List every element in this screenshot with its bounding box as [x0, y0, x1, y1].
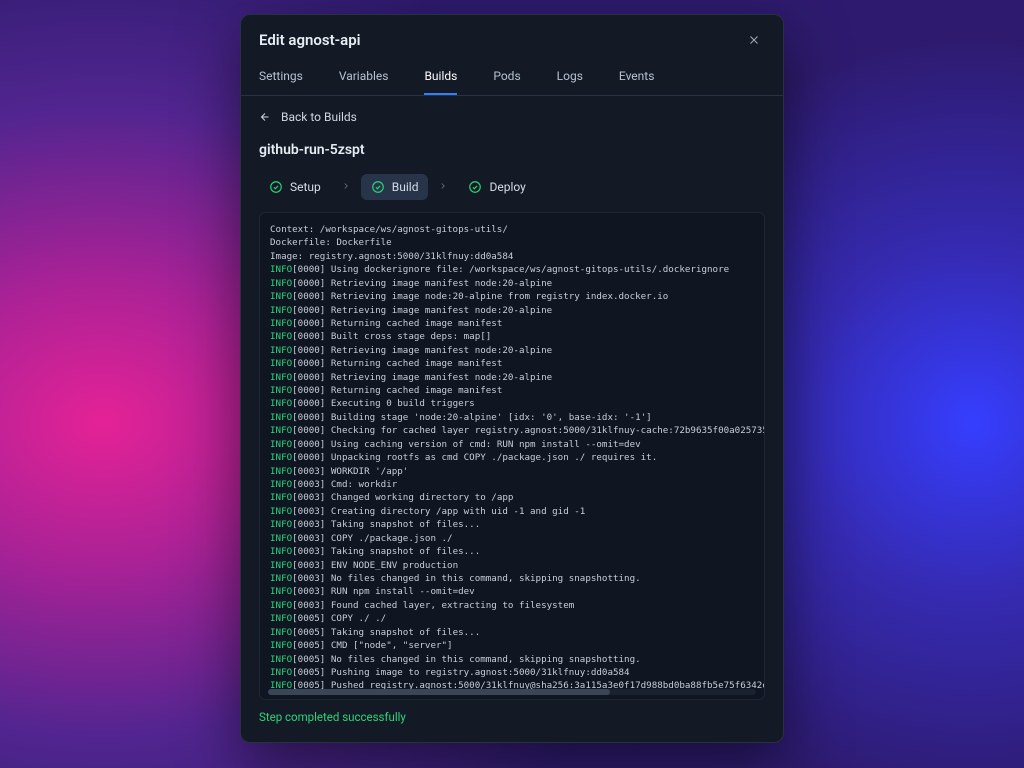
log-line: INFO[0003] Taking snapshot of files...	[270, 518, 754, 531]
log-line: INFO[0003] Creating directory /app with …	[270, 505, 754, 518]
log-line: INFO[0000] Executing 0 build triggers	[270, 397, 754, 410]
log-line: INFO[0000] Retrieving image manifest nod…	[270, 277, 754, 290]
log-line: INFO[0000] Returning cached image manife…	[270, 317, 754, 330]
log-line: INFO[0000] Unpacking rootfs as cmd COPY …	[270, 451, 754, 464]
check-circle-icon	[269, 180, 283, 194]
build-steps: Setup Build Deploy	[259, 174, 765, 200]
tab-events[interactable]: Events	[619, 61, 655, 95]
log-line: INFO[0003] WORKDIR '/app'	[270, 465, 754, 478]
log-line: INFO[0003] Cmd: workdir	[270, 478, 754, 491]
close-button[interactable]	[743, 29, 765, 51]
log-line: INFO[0000] Retrieving image node:20-alpi…	[270, 290, 754, 303]
log-line: INFO[0003] ENV NODE_ENV production	[270, 559, 754, 572]
log-line: INFO[0003] RUN npm install --omit=dev	[270, 585, 754, 598]
tab-settings[interactable]: Settings	[259, 61, 303, 95]
tab-logs[interactable]: Logs	[557, 61, 583, 95]
step-setup[interactable]: Setup	[259, 174, 331, 200]
step-deploy[interactable]: Deploy	[458, 174, 535, 200]
chevron-right-icon	[438, 181, 448, 194]
log-line: INFO[0003] Found cached layer, extractin…	[270, 599, 754, 612]
check-circle-icon	[371, 180, 385, 194]
step-label: Deploy	[489, 180, 525, 194]
log-line: INFO[0003] COPY ./package.json ./	[270, 532, 754, 545]
log-horizontal-scrollbar[interactable]	[268, 689, 756, 695]
step-label: Setup	[290, 180, 321, 194]
log-line: INFO[0000] Retrieving image manifest nod…	[270, 371, 754, 384]
chevron-right-icon	[341, 181, 351, 194]
log-line: INFO[0003] Changed working directory to …	[270, 491, 754, 504]
tab-variables[interactable]: Variables	[339, 61, 389, 95]
run-title: github-run-5zspt	[259, 142, 765, 158]
scrollbar-thumb[interactable]	[268, 689, 610, 695]
log-line: INFO[0003] Taking snapshot of files...	[270, 545, 754, 558]
step-label: Build	[392, 180, 419, 194]
arrow-left-icon	[259, 111, 271, 123]
log-line: INFO[0003] No files changed in this comm…	[270, 572, 754, 585]
log-line: INFO[0000] Retrieving image manifest nod…	[270, 344, 754, 357]
panel-body: Back to Builds github-run-5zspt Setup Bui…	[241, 96, 783, 742]
step-build[interactable]: Build	[361, 174, 429, 200]
log-line: Context: /workspace/ws/agnost-gitops-uti…	[270, 223, 754, 236]
tab-builds[interactable]: Builds	[424, 61, 457, 95]
log-line: INFO[0000] Returning cached image manife…	[270, 384, 754, 397]
log-line: INFO[0000] Using dockerignore file: /wor…	[270, 263, 754, 276]
log-line: INFO[0005] CMD ["node", "server"]	[270, 639, 754, 652]
log-line: INFO[0005] No files changed in this comm…	[270, 653, 754, 666]
back-label: Back to Builds	[281, 110, 357, 124]
log-line: INFO[0005] COPY ./ ./	[270, 612, 754, 625]
log-line: INFO[0005] Pushing image to registry.agn…	[270, 666, 754, 679]
log-line: INFO[0005] Taking snapshot of files...	[270, 626, 754, 639]
tab-pods[interactable]: Pods	[493, 61, 520, 95]
log-line: Dockerfile: Dockerfile	[270, 236, 754, 249]
log-line: INFO[0000] Built cross stage deps: map[]	[270, 330, 754, 343]
back-to-builds-link[interactable]: Back to Builds	[259, 110, 765, 124]
log-line: INFO[0000] Returning cached image manife…	[270, 357, 754, 370]
check-circle-icon	[468, 180, 482, 194]
log-line: INFO[0000] Checking for cached layer reg…	[270, 424, 754, 437]
log-line: INFO[0000] Building stage 'node:20-alpin…	[270, 411, 754, 424]
log-line: Image: registry.agnost:5000/31klfnuy:dd0…	[270, 250, 754, 263]
log-line: INFO[0000] Retrieving image manifest nod…	[270, 304, 754, 317]
panel-header: Edit agnost-api	[241, 15, 783, 61]
edit-resource-panel: Edit agnost-api Settings Variables Builds P…	[240, 14, 784, 743]
close-icon	[747, 33, 761, 47]
log-line: INFO[0000] Using caching version of cmd:…	[270, 438, 754, 451]
panel-title: Edit agnost-api	[259, 31, 361, 49]
tab-bar: Settings Variables Builds Pods Logs Events	[241, 61, 783, 96]
step-status: Step completed successfully	[259, 710, 765, 724]
build-log[interactable]: Context: /workspace/ws/agnost-gitops-uti…	[259, 212, 765, 700]
